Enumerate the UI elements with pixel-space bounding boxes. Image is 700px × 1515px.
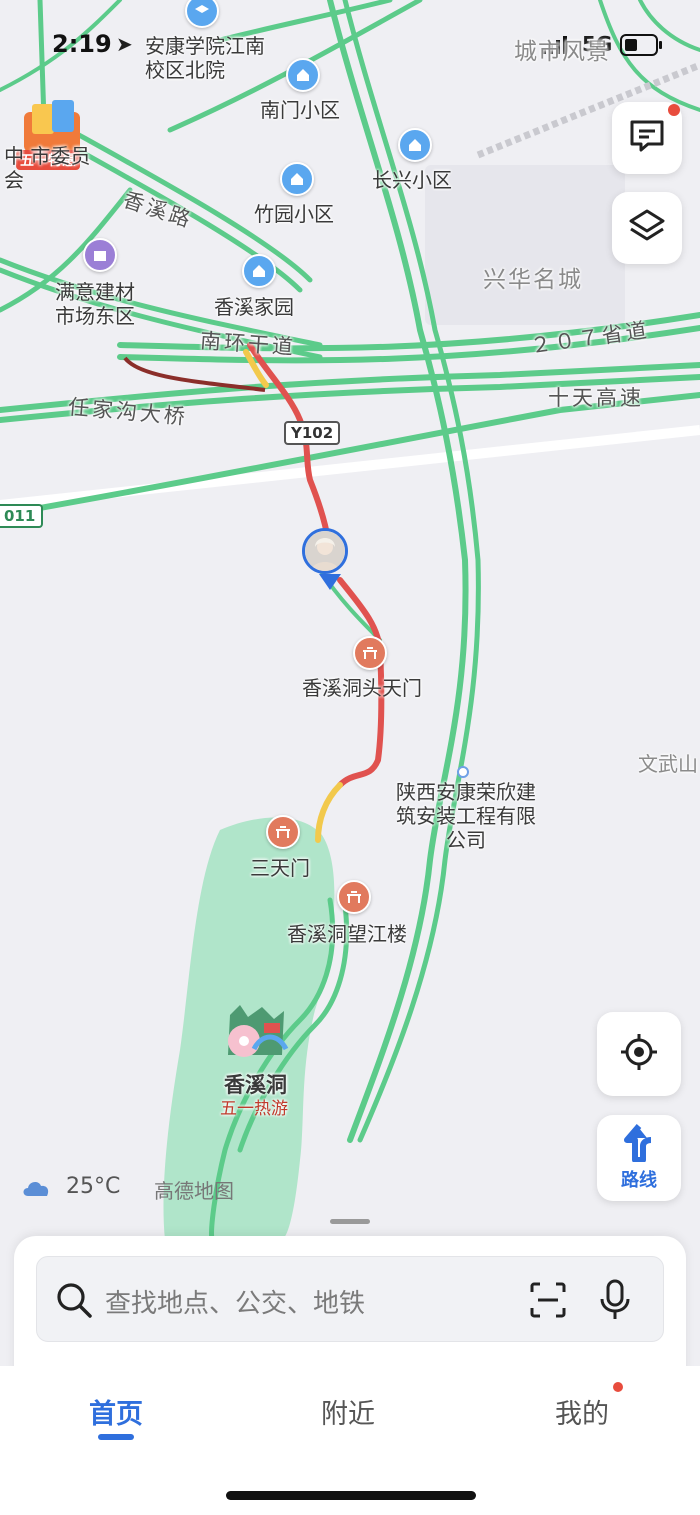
layers-button[interactable] — [612, 192, 682, 264]
weather-temperature: 25°C — [66, 1174, 121, 1199]
mine-notification-dot — [613, 1382, 623, 1392]
poi-scenic-icon[interactable] — [353, 636, 387, 670]
tab-home[interactable]: 首页 — [89, 1392, 143, 1431]
home-indicator[interactable] — [226, 1491, 476, 1500]
location-arrow-icon: ➤ — [116, 32, 133, 56]
map-label-wenwushan[interactable]: 文武山 — [638, 752, 698, 776]
status-time: 2:19 — [52, 30, 112, 58]
map-label-xiangxidong[interactable]: 香溪洞 — [224, 1073, 287, 1097]
map-label-santianmen[interactable]: 三天门 — [250, 856, 310, 880]
message-icon — [628, 118, 666, 158]
locate-button[interactable] — [597, 1012, 681, 1096]
user-location-avatar[interactable] — [302, 528, 348, 574]
tab-mine[interactable]: 我的 — [555, 1392, 609, 1431]
map-label-xiangxi-garden[interactable]: 香溪家园 — [214, 295, 294, 319]
road-badge-y102: Y102 — [284, 421, 341, 445]
poi-community-icon[interactable] — [398, 128, 432, 162]
drag-handle[interactable] — [330, 1219, 370, 1224]
search-input[interactable]: 查找地点、公交、地铁 — [36, 1256, 664, 1342]
route-button[interactable]: 路线 — [597, 1115, 681, 1201]
map-label-zhuyuan-community[interactable]: 竹园小区 — [254, 202, 334, 226]
message-unread-dot — [668, 104, 680, 116]
poi-community-icon[interactable] — [280, 162, 314, 196]
route-label: 路线 — [621, 1170, 657, 1191]
microphone-icon[interactable] — [599, 1279, 631, 1325]
poi-scenic-icon[interactable] — [337, 880, 371, 914]
map-watermark: 高德地图 — [154, 1179, 234, 1203]
map-label-ankang-college[interactable]: 安康学院江南校区北院 — [145, 34, 265, 82]
map-label-xinghua-city[interactable]: 兴华名城 — [483, 268, 583, 292]
map-label-manyi-market[interactable]: 满意建材市场东区 — [55, 280, 147, 328]
map-label-wangjianglou[interactable]: 香溪洞望江楼 — [287, 922, 407, 946]
heading-arrow-icon — [319, 574, 341, 590]
layers-icon — [627, 207, 667, 249]
road-badge-011: 011 — [0, 504, 44, 528]
map-label-xiangxi-tianmen[interactable]: 香溪洞头天门 — [302, 676, 422, 700]
tab-nearby[interactable]: 附近 — [321, 1392, 375, 1431]
cloud-icon — [20, 1176, 52, 1202]
poi-scenic-icon[interactable] — [266, 815, 300, 849]
route-arrow-icon — [621, 1124, 657, 1166]
locate-icon — [619, 1032, 659, 1076]
search-placeholder: 查找地点、公交、地铁 — [105, 1289, 366, 1319]
map-label-shitian-expressway: 十天高速 — [548, 386, 644, 410]
search-icon — [55, 1281, 93, 1323]
map-label-shaanxi-company[interactable]: 陕西安康荣欣建筑安装工程有限公司 — [396, 780, 536, 852]
map-label-nanmen-community[interactable]: 南门小区 — [260, 98, 340, 122]
poi-shop-icon[interactable] — [83, 238, 117, 272]
map-label-chengshi-fengjing[interactable]: 城市风景 — [514, 40, 610, 64]
scan-icon[interactable] — [529, 1281, 567, 1323]
poi-community-icon[interactable] — [286, 58, 320, 92]
poi-community-icon[interactable] — [242, 254, 276, 288]
search-panel: 查找地点、公交、地铁 — [14, 1219, 686, 1376]
tab-home-indicator — [98, 1434, 134, 1440]
map-label-xiangxidong-tag: 五一热游 — [220, 1099, 288, 1119]
map-label-city-committee[interactable]: 中 市委员会 — [4, 144, 96, 192]
battery-icon — [620, 34, 664, 60]
map-label-changxing-community[interactable]: 长兴小区 — [372, 168, 452, 192]
xiangxidong-scenic-icon[interactable] — [222, 1005, 290, 1069]
